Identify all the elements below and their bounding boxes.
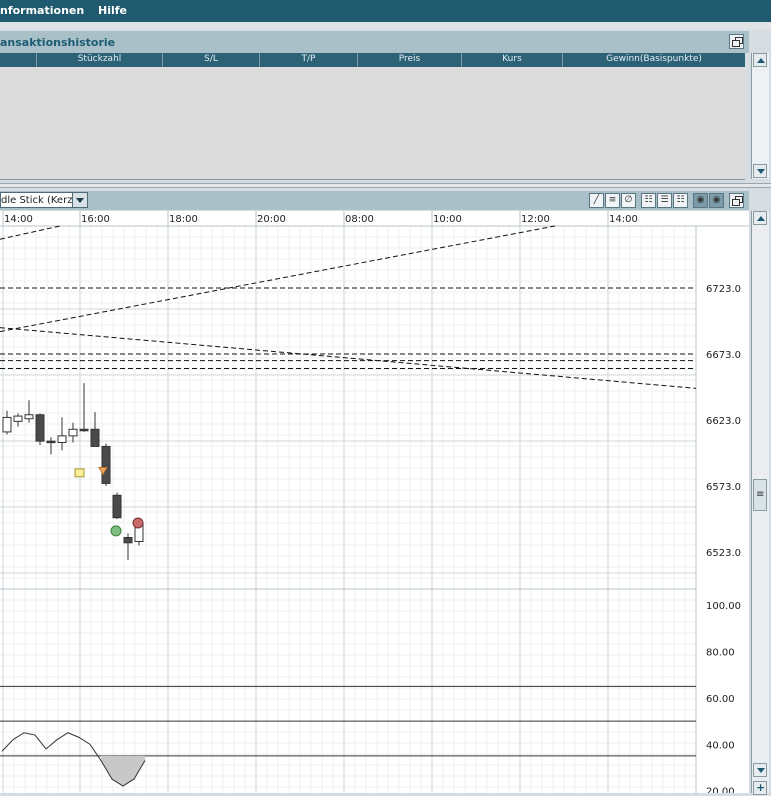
chevron-up-icon	[757, 58, 765, 63]
time-tick-label: 14:00	[4, 214, 33, 225]
grid-layout-c-icon[interactable]: ☷	[673, 193, 688, 208]
price-tick-label: 6623.0	[706, 416, 741, 427]
bearish-candle	[112, 494, 122, 519]
bullish-candle	[68, 428, 78, 437]
chevron-up-icon	[757, 216, 765, 221]
scroll-up-button[interactable]	[753, 53, 767, 67]
entry-marker-icon	[74, 468, 85, 478]
bullish-candle	[2, 416, 12, 433]
bearish-candle	[79, 428, 89, 432]
bearish-candle	[123, 537, 133, 544]
toggle-round-b-icon[interactable]: ◉	[709, 193, 724, 208]
scroll-down-button[interactable]	[753, 164, 767, 178]
chart-area[interactable]: 14:00 16:00 18:00 20:00 08:00 10:00 12:00 14:00…	[0, 211, 749, 796]
price-tick-label: 6573.0	[706, 482, 741, 493]
column-tp[interactable]: T/P	[260, 54, 357, 64]
menu-informationen[interactable]: nformationen	[0, 4, 84, 17]
time-tick-label: 10:00	[433, 214, 462, 225]
price-tick-label: 6673.0	[706, 350, 741, 361]
price-tick-label: 6523.0	[706, 548, 741, 559]
transaction-history-title: ansaktionshistorie	[0, 36, 116, 49]
column-preis[interactable]: Preis	[358, 54, 461, 64]
chevron-down-icon	[757, 169, 765, 174]
no-draw-icon[interactable]: ∅	[621, 193, 636, 208]
indicator-tick-label: 20.00	[706, 787, 735, 793]
menu-spacer	[0, 22, 771, 30]
close-marker-icon	[132, 517, 144, 529]
toggle-round-a-icon[interactable]: ◉	[693, 193, 708, 208]
time-tick-label: 08:00	[345, 214, 374, 225]
indicator-tick-label: 40.00	[706, 740, 735, 751]
chevron-down-icon[interactable]	[72, 193, 87, 207]
bearish-candle	[90, 428, 100, 447]
grip-icon: ≡	[756, 489, 765, 500]
grid-layout-b-icon[interactable]: ☰	[657, 193, 672, 208]
bullish-candle	[13, 415, 23, 422]
panel-splitter[interactable]	[0, 183, 771, 188]
menu-bar: nformationen Hilfe	[0, 0, 771, 22]
column-kurs[interactable]: Kurs	[462, 54, 562, 64]
chart-scroll-up-button[interactable]	[753, 211, 767, 225]
indicator-tick-label: 80.00	[706, 648, 735, 659]
chart-type-value: dle Stick (Kerze	[1, 195, 73, 206]
time-tick-label: 14:00	[609, 214, 638, 225]
grid-layout-a-icon[interactable]: ☷	[641, 193, 656, 208]
restore-window-icon[interactable]	[729, 193, 744, 208]
transaction-table-body	[0, 67, 745, 180]
time-tick-label: 18:00	[169, 214, 198, 225]
time-tick-label: 12:00	[521, 214, 550, 225]
bearish-candle	[35, 414, 45, 442]
bullish-candle	[57, 435, 67, 443]
chevron-down-icon	[757, 768, 765, 773]
time-tick-label: 16:00	[81, 214, 110, 225]
bullish-candle	[24, 414, 34, 420]
chart-scrollbar[interactable]: ≡ +	[751, 211, 769, 795]
transaction-table-header: Stückzahl S/L T/P Preis Kurs Gewinn(Basi…	[0, 53, 745, 67]
chart-toolbar: dle Stick (Kerze ╱ ≡ ∅ ☷ ☰ ☷ ◉ ◉	[0, 191, 749, 210]
time-tick-label: 20:00	[257, 214, 286, 225]
price-chart[interactable]: 14:00 16:00 18:00 20:00 08:00 10:00 12:00 14:00…	[0, 211, 749, 796]
bearish-candle	[46, 440, 56, 444]
chart-type-select[interactable]: dle Stick (Kerze	[0, 192, 88, 208]
column-sl[interactable]: S/L	[163, 54, 259, 64]
indicator-tick-label: 60.00	[706, 694, 735, 705]
bearish-candle	[101, 445, 111, 484]
draw-line-icon[interactable]: ╱	[589, 193, 604, 208]
transaction-history-header: ansaktionshistorie	[0, 31, 749, 53]
restore-window-icon[interactable]	[729, 34, 744, 49]
column-gewinn[interactable]: Gewinn(Basispunkte)	[563, 54, 745, 64]
buy-marker-icon	[110, 525, 122, 537]
chart-scroll-down-button[interactable]	[753, 763, 767, 777]
scroll-thumb[interactable]: ≡	[753, 479, 767, 511]
indicator-tick-label: 100.00	[706, 601, 741, 612]
horizontal-lines-icon[interactable]: ≡	[605, 193, 620, 208]
transaction-scrollbar[interactable]	[751, 53, 769, 179]
price-tick-label: 6723.0	[706, 284, 741, 295]
column-stueckzahl[interactable]: Stückzahl	[37, 54, 162, 64]
plus-icon: +	[756, 781, 766, 794]
menu-hilfe[interactable]: Hilfe	[98, 4, 127, 17]
